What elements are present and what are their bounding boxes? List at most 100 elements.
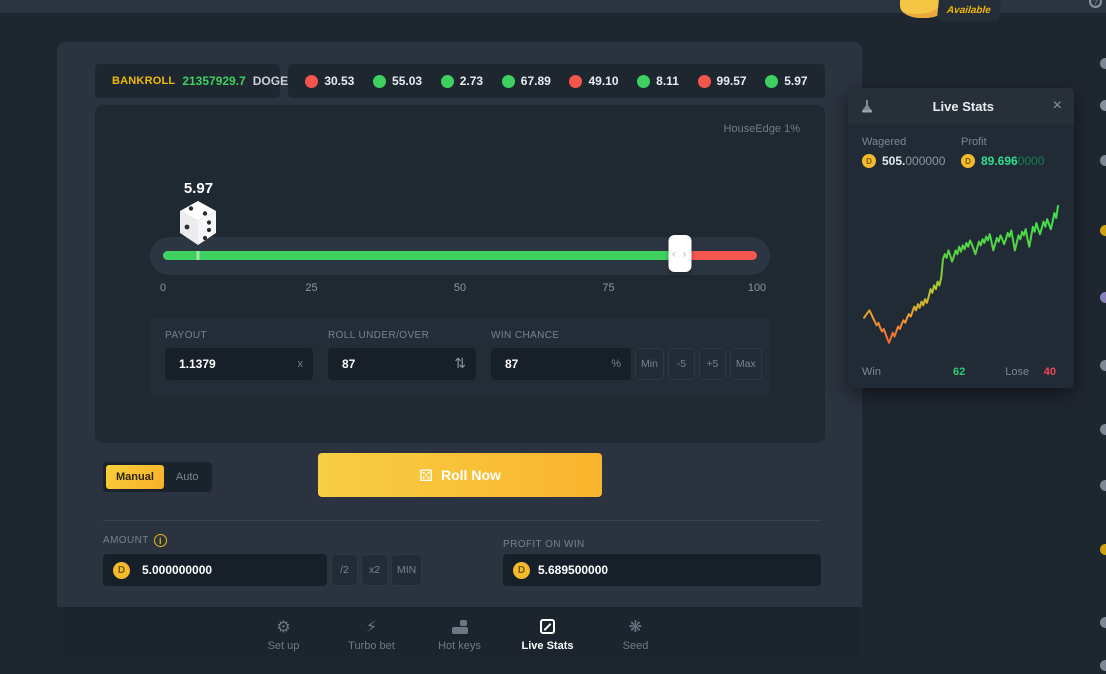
auto-mode-button[interactable]: Auto — [166, 465, 209, 489]
edge-emoji-icon — [1100, 480, 1106, 491]
lose-count: 40 — [1044, 366, 1056, 378]
scale-tick-label: 100 — [748, 282, 766, 294]
bankroll-label: BANKROLL — [112, 75, 175, 87]
manual-mode-button[interactable]: Manual — [106, 465, 164, 489]
amount-min-button[interactable]: MIN — [391, 554, 422, 586]
amount-label: AMOUNT — [103, 535, 149, 546]
edge-emoji-icon — [1100, 58, 1106, 69]
roll-under-over-input[interactable] — [338, 357, 446, 371]
profit-on-win-field: D 5.689500000 — [503, 554, 821, 586]
roll-history-item[interactable]: 99.57 — [698, 74, 747, 88]
win-chance-max-button[interactable]: Max — [730, 348, 762, 380]
recent-rolls-bar: 30.53 55.03 2.73 67.89 49.10 8.11 99.57 — [288, 64, 825, 98]
game-panel: HouseEdge 1% 5.97 — [95, 105, 825, 443]
win-chance-minus5-button[interactable]: -5 — [668, 348, 695, 380]
result-label: 5.97 — [176, 180, 220, 197]
roll-history-item[interactable]: 5.97 — [765, 74, 807, 88]
edge-emoji-icon — [1100, 292, 1106, 303]
roll-result-value: 67.89 — [521, 74, 551, 88]
available-label: Available — [946, 5, 991, 16]
nav-item-hot-keys[interactable]: Hot keys — [432, 618, 488, 652]
swap-under-over-icon[interactable]: ⇅ — [454, 356, 466, 372]
live-stats-chart-line — [864, 206, 1058, 343]
amount-double-button[interactable]: x2 — [361, 554, 388, 586]
doge-coin-icon: D — [113, 562, 130, 579]
nav-label: Hot keys — [438, 640, 481, 652]
help-icon[interactable]: ? — [1089, 0, 1102, 8]
roll-now-button[interactable]: ⚄ Roll Now — [318, 453, 602, 497]
edge-emoji-icon — [1100, 225, 1106, 236]
profit-on-win-label: PROFIT ON WIN — [503, 539, 585, 550]
nav-label: Seed — [623, 640, 649, 652]
live-stats-header: Live Stats × — [848, 88, 1074, 124]
info-icon[interactable]: i — [154, 534, 167, 547]
bet-fields-box: PAYOUT x ROLL UNDER/OVER ⇅ WIN CHANCE — [150, 318, 770, 396]
nav-item-seed[interactable]: ❋ Seed — [608, 618, 664, 652]
gear-icon: ⚙ — [276, 618, 290, 636]
roll-result-dot — [765, 75, 778, 88]
edge-emoji-icon — [1100, 424, 1106, 435]
doge-coin-icon: D — [961, 154, 975, 168]
roll-result-dot — [502, 75, 515, 88]
roll-result-value: 8.11 — [656, 74, 679, 88]
live-stats-body: Wagered D 505.000000 Profit D 89.6960000 — [848, 124, 1074, 388]
mode-toggle: Manual Auto — [103, 462, 212, 492]
result-tick — [197, 251, 200, 260]
win-chance-plus5-button[interactable]: +5 — [699, 348, 726, 380]
scale-tick-label: 50 — [454, 282, 466, 294]
profit-value: D 89.6960000 — [961, 154, 1060, 168]
reset-stats-icon[interactable] — [860, 99, 874, 114]
scale-tick-label: 25 — [305, 282, 317, 294]
live-stats-title: Live Stats — [874, 99, 1053, 114]
win-chance-label: WIN CHANCE — [491, 330, 762, 341]
roll-result-value: 5.97 — [784, 74, 807, 88]
house-edge-label: HouseEdge 1% — [724, 123, 800, 135]
win-label: Win — [862, 366, 881, 378]
roll-result-value: 30.53 — [324, 74, 354, 88]
bottom-nav: ⚙ Set up ⚡ Turbo bet Hot keys Live Stats… — [57, 607, 862, 662]
slider-scale: 0 25 50 75 100 — [163, 282, 757, 296]
close-icon[interactable]: × — [1053, 98, 1062, 114]
profit-on-win-value: 5.689500000 — [538, 563, 608, 577]
nav-item-setup[interactable]: ⚙ Set up — [256, 618, 312, 652]
scale-tick-label: 75 — [602, 282, 614, 294]
lose-label: Lose — [1005, 366, 1029, 378]
nav-item-live-stats[interactable]: Live Stats — [520, 618, 576, 652]
slider-fill-win — [163, 251, 680, 260]
roll-history-item[interactable]: 49.10 — [569, 74, 618, 88]
amount-input[interactable] — [138, 563, 317, 577]
roll-history-item[interactable]: 30.53 — [305, 74, 354, 88]
scale-tick-label: 0 — [160, 282, 166, 294]
bankroll-value: 21357929.7 — [182, 74, 245, 88]
roll-result-value: 49.10 — [588, 74, 618, 88]
slider-handle[interactable]: ‹ › — [668, 235, 691, 272]
roll-result-value: 99.57 — [717, 74, 747, 88]
roll-result-value: 55.03 — [392, 74, 422, 88]
roll-history-item[interactable]: 8.11 — [637, 74, 679, 88]
handle-chevrons-icon: ‹ › — [672, 247, 688, 261]
live-stats-panel: Live Stats × Wagered D 505.000000 Profit… — [848, 88, 1074, 388]
edge-emoji-icon — [1100, 155, 1106, 166]
divider — [103, 520, 821, 521]
roll-history-item[interactable]: 67.89 — [502, 74, 551, 88]
roll-now-label: Roll Now — [441, 467, 501, 483]
roll-result-value: 2.73 — [460, 74, 483, 88]
edge-emoji-icon — [1100, 544, 1106, 555]
nav-item-turbo-bet[interactable]: ⚡ Turbo bet — [344, 618, 400, 652]
roll-result-dot — [698, 75, 711, 88]
payout-input[interactable] — [175, 357, 290, 371]
roll-history-item[interactable]: 2.73 — [441, 74, 483, 88]
win-chance-min-button[interactable]: Min — [635, 348, 664, 380]
doge-coin-icon: D — [862, 154, 876, 168]
roll-result-dot — [441, 75, 454, 88]
app-viewport: Available ? BANKROLL 21357929.7 DOGE 30.… — [0, 0, 1106, 674]
amount-half-button[interactable]: /2 — [331, 554, 358, 586]
top-header-bar: Available ? — [0, 0, 1106, 13]
payout-label: PAYOUT — [165, 330, 313, 341]
win-chance-input[interactable] — [501, 357, 603, 371]
available-badge[interactable]: Available — [937, 0, 1001, 21]
roll-result-dot — [637, 75, 650, 88]
roll-history-item[interactable]: 55.03 — [373, 74, 422, 88]
nav-label: Turbo bet — [348, 640, 395, 652]
lightning-icon: ⚡ — [366, 618, 377, 636]
